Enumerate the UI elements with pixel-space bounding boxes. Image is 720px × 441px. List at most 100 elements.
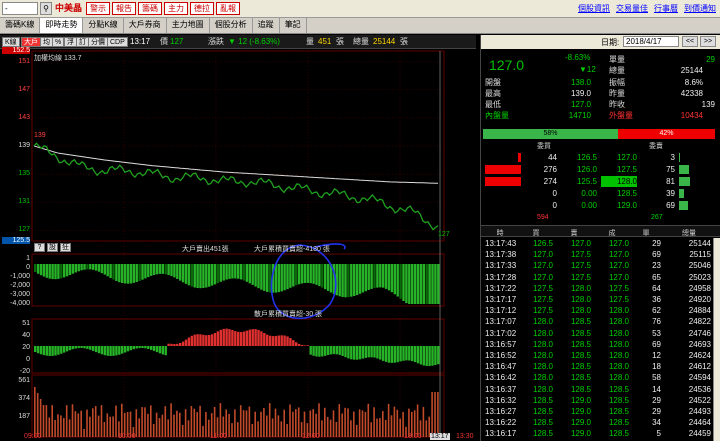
tick-row[interactable]: 13:16:17 128.5 129.0 128.5 5 24459 <box>481 428 720 439</box>
tab-6[interactable]: 追蹤 <box>253 18 280 33</box>
orderbook-row[interactable]: 44 126.5 127.0 3 <box>481 152 720 163</box>
volume-bar <box>318 403 320 437</box>
indicator1-bar <box>297 264 301 285</box>
indicator1-bar <box>228 264 231 279</box>
indicator1-bar <box>176 264 179 279</box>
volume-bar <box>234 409 236 437</box>
tick-row[interactable]: 13:17:38 127.0 127.5 127.0 69 25115 <box>481 249 720 260</box>
tab-2[interactable]: 分點K線 <box>83 18 124 33</box>
tick-row[interactable]: 13:17:43 126.5 127.0 127.0 29 25144 <box>481 238 720 249</box>
tick-total: 24822 <box>688 317 711 327</box>
tick-price: 128.5 <box>608 418 629 428</box>
tick-row[interactable]: 13:16:57 128.0 128.5 128.0 69 24693 <box>481 339 720 350</box>
panel-button-2[interactable]: 狂 <box>60 243 71 252</box>
volume-bar <box>109 416 111 437</box>
chart-mode-button-7[interactable]: CDP <box>107 37 128 47</box>
tab-7[interactable]: 筆記 <box>280 18 307 33</box>
tick-row[interactable]: 13:16:37 128.0 128.5 128.5 14 24536 <box>481 384 720 395</box>
indicator1-bar <box>277 264 280 293</box>
stock-code-combo[interactable]: - <box>2 2 38 15</box>
orderbook-row[interactable]: 276 126.0 127.5 75 <box>481 164 720 175</box>
tick-row[interactable]: 13:16:42 128.0 128.5 128.0 58 24594 <box>481 372 720 383</box>
date-next-button[interactable]: >> <box>700 36 716 47</box>
tick-row[interactable]: 13:17:02 128.0 128.5 128.0 53 24746 <box>481 328 720 339</box>
top-link-0[interactable]: 個股資訊 <box>578 3 610 14</box>
indicator1-bar <box>123 264 127 284</box>
date-input[interactable]: 2018/4/17 <box>623 36 679 47</box>
search-icon[interactable]: ⚲ <box>40 2 52 15</box>
indicator2-bar <box>152 346 156 351</box>
indicator2-bar <box>312 346 315 356</box>
top-link-1[interactable]: 交易量佳 <box>616 3 648 14</box>
y-axis-label: 0 <box>26 356 30 363</box>
tick-row[interactable]: 13:16:32 128.5 129.0 128.5 29 24522 <box>481 395 720 406</box>
tick-row[interactable]: 13:17:07 128.0 128.5 128.0 76 24822 <box>481 316 720 327</box>
volume-bar <box>289 404 291 437</box>
tick-row[interactable]: 13:16:22 128.5 129.0 128.5 34 24464 <box>481 417 720 428</box>
chart-mode-button-3[interactable]: % <box>52 37 65 47</box>
tick-row[interactable]: 13:17:12 127.5 128.0 128.0 62 24884 <box>481 305 720 316</box>
tick-price: 128.5 <box>608 395 629 405</box>
toolbar-button-0[interactable]: 警示 <box>86 2 110 15</box>
volume-bar <box>245 410 248 437</box>
indicator2-bar <box>324 346 327 356</box>
tick-row[interactable]: 13:17:33 127.0 127.5 127.0 23 25046 <box>481 260 720 271</box>
tab-3[interactable]: 大戶券商 <box>124 18 167 33</box>
volume-bar <box>184 409 187 437</box>
indicator2-bar <box>237 331 240 346</box>
indicator2-bar <box>286 336 289 346</box>
indicator2-bar <box>51 346 54 356</box>
header-volume-label: 量 <box>306 37 314 46</box>
indicator1-bar <box>382 264 385 288</box>
buy-sell-ratio-bar: 58% 42% <box>483 129 715 139</box>
ask-volume: 39 <box>666 189 675 198</box>
toolbar-button-4[interactable]: 德拉 <box>190 2 214 15</box>
end-price-label: 127 <box>438 231 450 238</box>
tab-0[interactable]: 籌碼K線 <box>0 18 41 33</box>
volume-bar <box>257 421 259 437</box>
volume-bar <box>347 408 349 437</box>
price-y-label: 151 <box>18 57 30 65</box>
tick-price: 128.0 <box>608 362 629 372</box>
orderbook-row[interactable]: 274 125.5 128.0 81 <box>481 176 720 187</box>
tick-row[interactable]: 13:17:17 127.5 128.0 127.5 36 24920 <box>481 294 720 305</box>
panel-button-1[interactable]: 設 <box>47 243 58 252</box>
top-link-2[interactable]: 行事曆 <box>654 3 678 14</box>
chart-mode-button-0[interactable]: K線 <box>2 37 20 47</box>
chart-mode-button-6[interactable]: 分價 <box>88 37 108 47</box>
tick-row[interactable]: 13:16:52 128.0 128.5 128.0 12 24624 <box>481 350 720 361</box>
indicator2-bar <box>100 346 104 355</box>
orderbook-row[interactable]: 0 0.00 129.0 69 <box>481 200 720 211</box>
toolbar-button-2[interactable]: 籌碼 <box>138 2 162 15</box>
tick-row[interactable]: 13:16:47 128.0 128.5 128.0 18 24612 <box>481 361 720 372</box>
date-prev-button[interactable]: << <box>682 36 698 47</box>
panel-button-0[interactable]: ? <box>34 243 45 252</box>
indicator2-bar <box>376 346 379 359</box>
volume-bar <box>161 414 164 437</box>
ask-total: 267 <box>651 214 663 221</box>
y-axis-label: 20 <box>22 344 30 351</box>
tick-price: 127.0 <box>608 250 629 260</box>
toolbar-button-5[interactable]: 亂報 <box>216 2 240 15</box>
tick-row[interactable]: 13:16:27 128.5 129.0 128.5 29 24493 <box>481 406 720 417</box>
tick-row[interactable]: 13:17:22 127.5 128.0 127.5 64 24958 <box>481 283 720 294</box>
indicator1-bar <box>181 264 185 283</box>
indicator2-bar <box>179 343 182 346</box>
indicator1-bar <box>419 264 423 304</box>
tick-table[interactable]: 13:17:43 126.5 127.0 127.0 29 25144 13:17:38 12… <box>481 238 720 441</box>
toolbar-button-1[interactable]: 報告 <box>112 2 136 15</box>
chart-mode-button-1[interactable]: 大戶 <box>21 37 41 47</box>
indicator1-bar <box>355 264 359 295</box>
tick-row[interactable]: 13:17:28 127.0 127.5 127.0 65 25023 <box>481 272 720 283</box>
volume-bar <box>361 410 364 437</box>
toolbar-button-3[interactable]: 主力 <box>164 2 188 15</box>
indicator1-bar <box>341 264 344 297</box>
tab-1[interactable]: 即時走勢 <box>40 18 84 33</box>
tick-scrollbar[interactable] <box>713 238 720 441</box>
intraday-chart[interactable]: 加權均線 133.7 152.5 151 147 143 139 135 131 127 125… <box>0 47 476 441</box>
tab-5[interactable]: 個股分析 <box>210 18 253 33</box>
top-link-3[interactable]: 到價通知 <box>684 3 716 14</box>
tab-4[interactable]: 主力地圖 <box>167 18 210 33</box>
indicator1-bar <box>196 264 199 288</box>
orderbook-row[interactable]: 0 0.00 128.5 39 <box>481 188 720 199</box>
